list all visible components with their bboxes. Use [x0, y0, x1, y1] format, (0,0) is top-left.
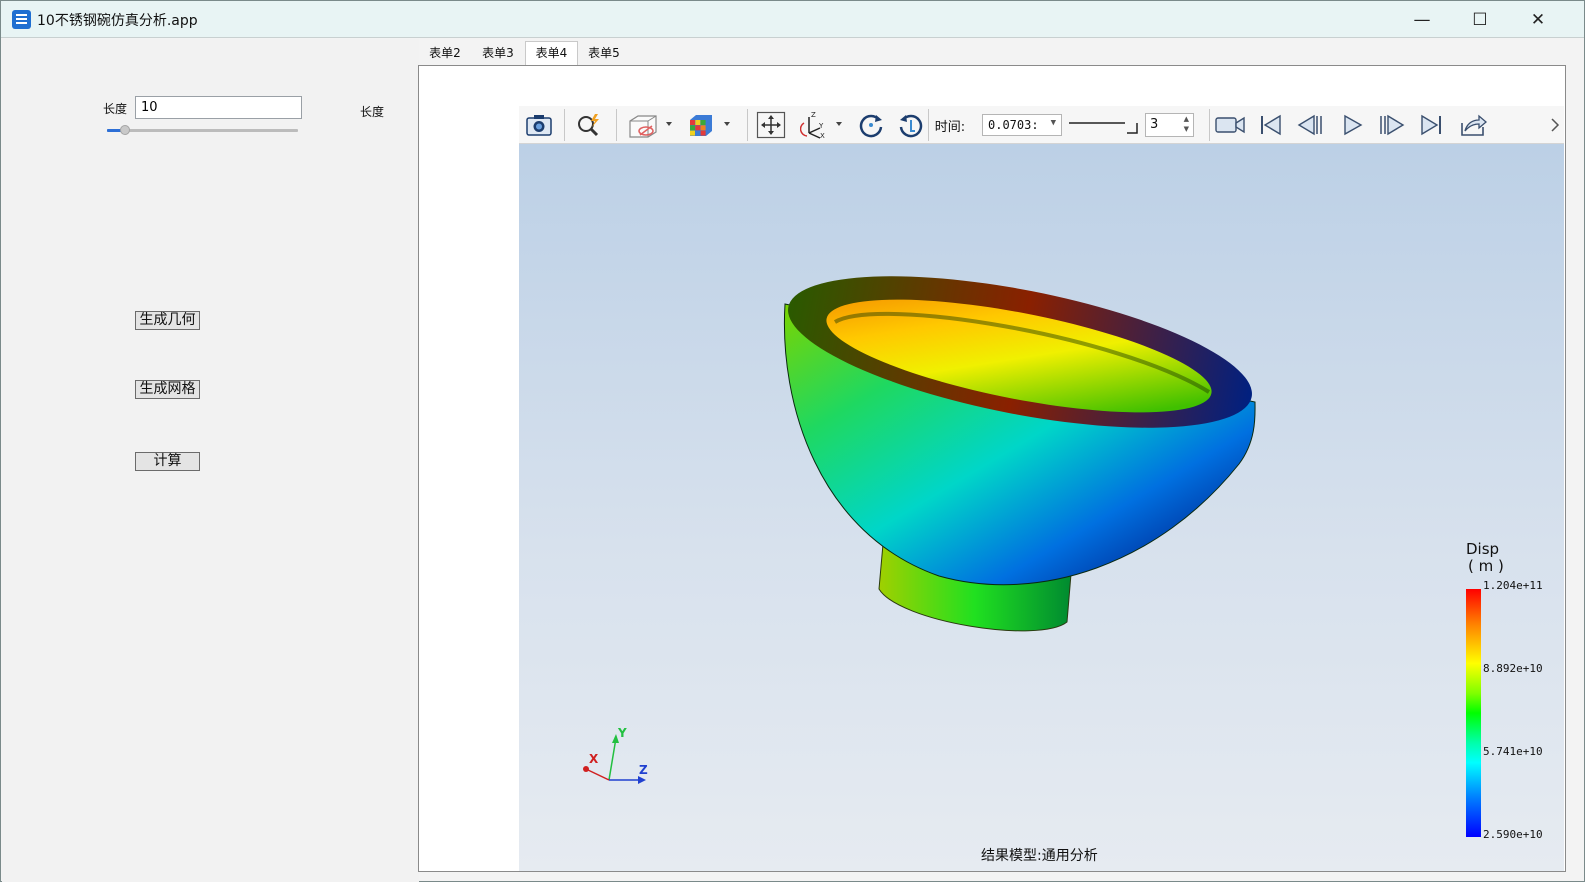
- record-icon[interactable]: [1213, 111, 1247, 139]
- rotate-icon[interactable]: [855, 111, 887, 139]
- camera-icon[interactable]: [523, 111, 555, 139]
- toolbar-overflow-icon[interactable]: [1549, 111, 1561, 139]
- time-label: 时间:: [934, 119, 966, 135]
- svg-text:Y: Y: [818, 122, 824, 130]
- generate-geometry-button[interactable]: 生成几何: [135, 311, 200, 330]
- tab-form2[interactable]: 表单2: [427, 42, 463, 65]
- length-label-right: 长度: [360, 105, 385, 119]
- axis-label-z: Z: [639, 763, 648, 777]
- app-window: 10不锈钢碗仿真分析.app — ☐ ✕ 长度 长度 生成几何 生成网格 计算 …: [0, 0, 1585, 882]
- next-frame-icon[interactable]: [1377, 111, 1407, 139]
- step-value: 3: [1150, 117, 1159, 132]
- legend-tick-min: 2.590e+10: [1483, 828, 1543, 841]
- legend-tick-3: 5.741e+10: [1483, 745, 1543, 758]
- zoom-icon[interactable]: [573, 111, 605, 139]
- tab-form5[interactable]: 表单5: [586, 42, 622, 65]
- length-slider-track[interactable]: [107, 129, 298, 132]
- time-value: 0.0703:: [988, 118, 1039, 132]
- result-model-status: 结果模型:通用分析: [981, 848, 1098, 864]
- svg-text:X: X: [820, 132, 825, 139]
- window-title: 10不锈钢碗仿真分析.app: [37, 13, 198, 29]
- export-icon[interactable]: [1457, 111, 1491, 139]
- tab-form3[interactable]: 表单3: [480, 42, 516, 65]
- step-spinner[interactable]: 3 ▲ ▼: [1145, 113, 1194, 137]
- maximize-button[interactable]: ☐: [1451, 1, 1509, 38]
- spin-up-icon[interactable]: ▲: [1184, 115, 1189, 123]
- minimize-button[interactable]: —: [1393, 1, 1451, 38]
- compute-button[interactable]: 计算: [135, 452, 200, 471]
- axes-icon[interactable]: ZYX: [799, 111, 849, 139]
- legend-title: Disp: [1466, 540, 1500, 558]
- bowl-model: [783, 276, 1256, 632]
- legend-colorbar: [1466, 589, 1481, 837]
- svg-text:Z: Z: [811, 111, 816, 119]
- tab-form4[interactable]: 表单4: [525, 41, 578, 65]
- time-combobox[interactable]: 0.0703: ▼: [982, 114, 1062, 136]
- cube-color-icon[interactable]: [685, 111, 735, 139]
- axis-label-y: Y: [618, 726, 627, 740]
- prev-frame-icon[interactable]: [1295, 111, 1325, 139]
- length-input[interactable]: [135, 96, 302, 119]
- spin-down-icon[interactable]: ▼: [1184, 125, 1189, 133]
- time-step-line: [1067, 111, 1139, 139]
- legend-tick-2: 8.892e+10: [1483, 662, 1543, 675]
- last-frame-icon[interactable]: [1417, 111, 1447, 139]
- axis-label-x: X: [589, 752, 599, 766]
- rotate-reverse-icon[interactable]: [895, 111, 927, 139]
- close-button[interactable]: ✕: [1509, 1, 1567, 38]
- legend-unit: ( m ): [1468, 557, 1504, 575]
- length-slider-thumb[interactable]: [120, 125, 130, 135]
- box-view-icon[interactable]: [625, 111, 675, 139]
- legend-tick-max: 1.204e+11: [1483, 579, 1543, 592]
- title-bar: 10不锈钢碗仿真分析.app — ☐ ✕: [1, 1, 1584, 38]
- play-icon[interactable]: [1337, 111, 1367, 139]
- 3d-viewport[interactable]: Y X Z: [519, 144, 1564, 871]
- app-icon: [12, 10, 31, 29]
- chevron-down-icon: ▼: [1050, 118, 1056, 128]
- generate-mesh-button[interactable]: 生成网格: [135, 380, 200, 399]
- left-panel: 长度 长度 生成几何 生成网格 计算: [2, 39, 419, 882]
- length-label: 长度: [103, 102, 128, 116]
- pan-icon[interactable]: [755, 111, 787, 139]
- time-label-wrap: 时间:: [930, 111, 970, 139]
- first-frame-icon[interactable]: [1255, 111, 1285, 139]
